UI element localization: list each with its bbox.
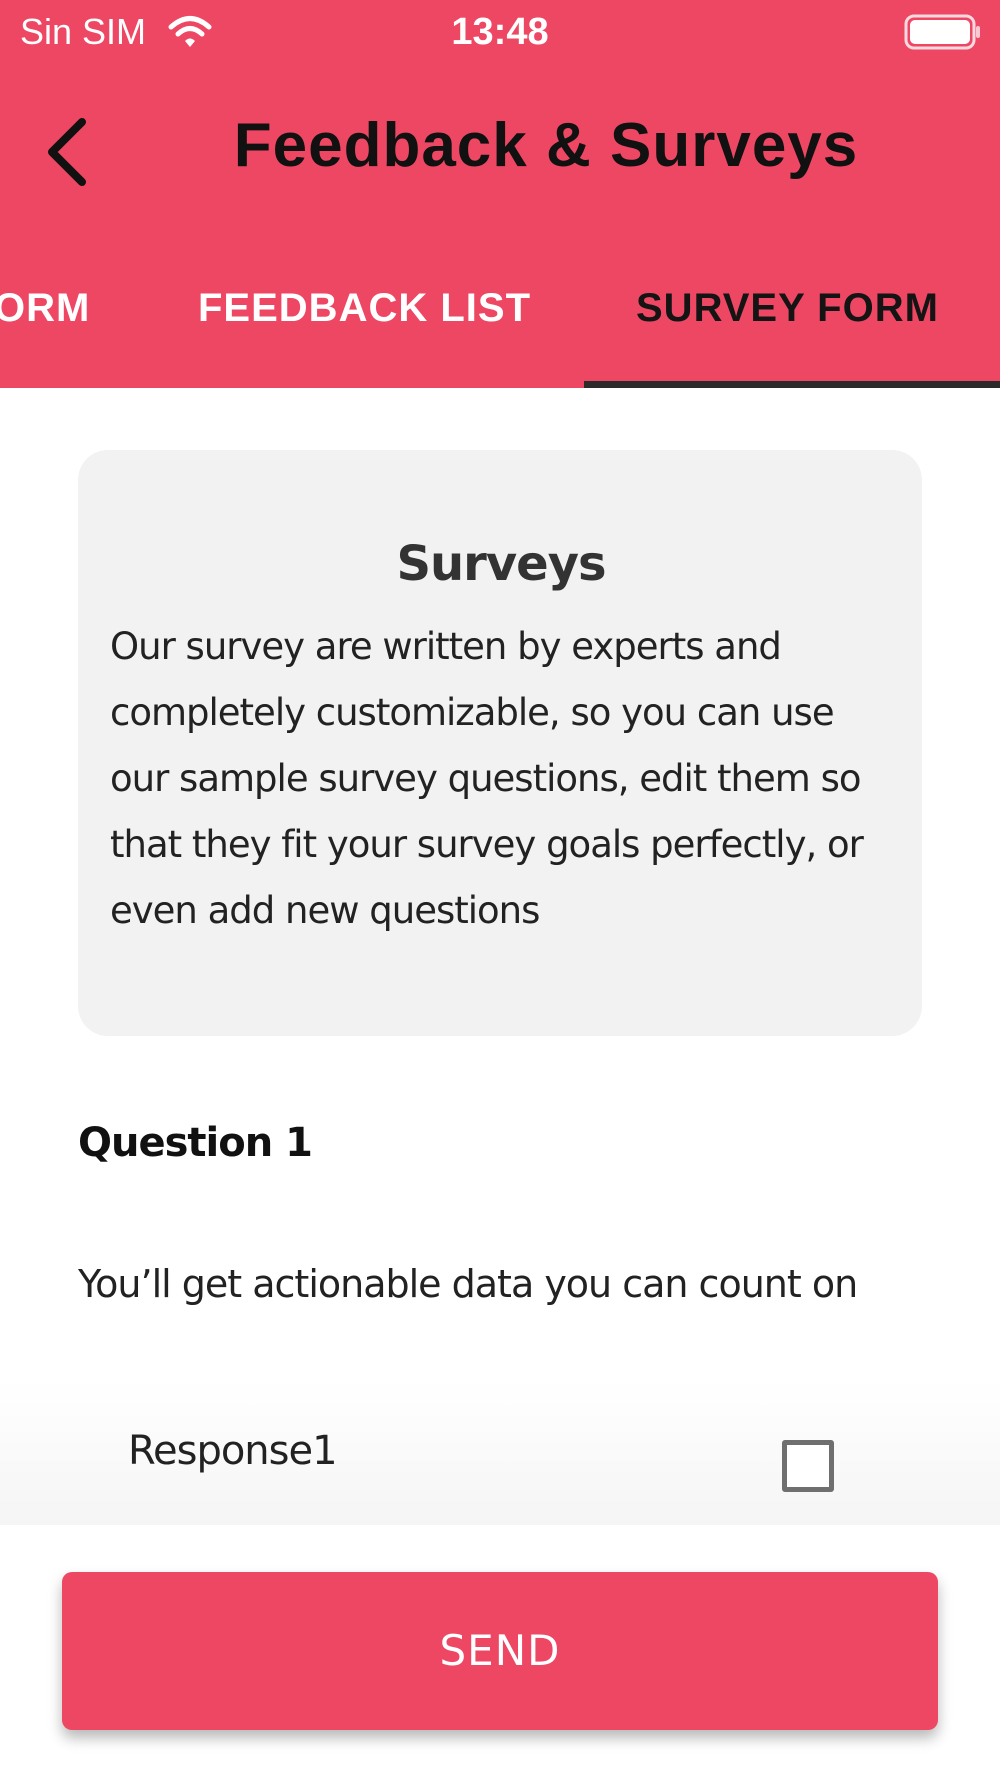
send-button[interactable]: SEND — [62, 1572, 938, 1730]
tab-survey-form[interactable]: SURVEY FORM — [636, 286, 939, 331]
surveys-info-card: Surveys Our survey are written by expert… — [78, 450, 922, 1036]
question-text: You’ll get actionable data you can count… — [78, 1262, 858, 1306]
tab-selected-indicator — [584, 381, 1000, 388]
info-card-body: Our survey are written by experts and co… — [110, 625, 864, 932]
response-checkbox[interactable] — [782, 1440, 834, 1492]
response-row[interactable]: Response1 — [0, 1380, 1000, 1525]
response-label: Response1 — [128, 1428, 338, 1474]
battery-icon — [904, 14, 980, 50]
question-title: Question 1 — [78, 1120, 313, 1166]
info-card-title: Surveys — [396, 536, 606, 592]
app-header: Sin SIM 13:48 Feedback & Surveys ORM FEE… — [0, 0, 1000, 388]
tab-bar: ORM FEEDBACK LIST SURVEY FORM — [0, 250, 1000, 388]
status-time: 13:48 — [451, 11, 549, 53]
page-title: Feedback & Surveys — [233, 111, 859, 180]
tab-feedback-list[interactable]: FEEDBACK LIST — [198, 286, 531, 331]
tab-orm[interactable]: ORM — [0, 286, 90, 331]
